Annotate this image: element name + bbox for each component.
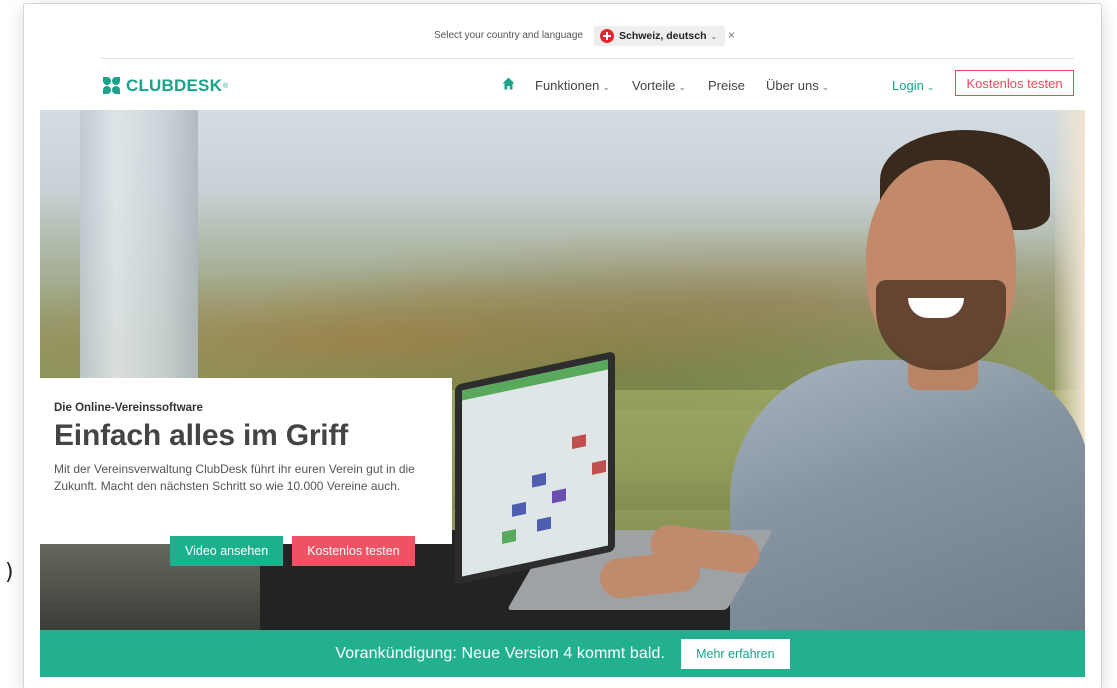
- browser-page: Select your country and language Schweiz…: [24, 4, 1101, 688]
- hero-card: Die Online-Vereinssoftware Einfach alles…: [40, 378, 452, 544]
- hero-buttons: Video ansehen Kostenlos testen: [170, 536, 415, 566]
- nav-item-vorteile[interactable]: Vorteile ⌄: [632, 78, 686, 93]
- chevron-down-icon: ⌄: [678, 82, 686, 92]
- announcement-banner: Vorankündigung: Neue Version 4 kommt bal…: [40, 630, 1085, 677]
- login-label: Login: [892, 78, 924, 93]
- logo-wordmark: CLUBDESK: [126, 76, 223, 95]
- country-language-select[interactable]: Schweiz, deutsch ⌄: [594, 26, 726, 46]
- learn-more-button[interactable]: Mehr erfahren: [681, 638, 790, 669]
- close-icon[interactable]: ×: [728, 28, 735, 42]
- hero-description: Mit der Vereinsverwaltung ClubDesk führt…: [54, 462, 415, 493]
- clover-logo-icon: [102, 77, 122, 95]
- hero-section: Die Online-Vereinssoftware Einfach alles…: [40, 110, 1085, 630]
- home-icon[interactable]: [502, 77, 515, 90]
- registered-mark: ®: [223, 82, 229, 90]
- watch-video-button[interactable]: Video ansehen: [170, 536, 284, 566]
- main-navigation: CLUBDESK ® Funktionen ⌄ Vorteile ⌄ Preise …: [24, 60, 1101, 110]
- nav-item-ueber-uns[interactable]: Über uns ⌄: [766, 78, 829, 93]
- nav-item-preise[interactable]: Preise: [708, 78, 745, 93]
- laptop-tile: [502, 529, 516, 545]
- chevron-down-icon: ⌄: [821, 82, 830, 92]
- clubdesk-logo[interactable]: CLUBDESK ®: [102, 76, 228, 96]
- chevron-down-icon: ⌄: [926, 82, 935, 92]
- laptop-screen: [455, 350, 615, 586]
- laptop-tile: [537, 516, 551, 532]
- free-trial-button[interactable]: Kostenlos testen: [955, 70, 1074, 96]
- nav-item-label: Preise: [708, 78, 745, 93]
- announcement-text: Vorankündigung: Neue Version 4 kommt bal…: [335, 644, 666, 662]
- language-bar-label: Select your country and language: [434, 30, 583, 41]
- laptop-tile: [532, 472, 546, 488]
- hero-eyebrow: Die Online-Vereinssoftware: [54, 402, 203, 414]
- chevron-down-icon: ⌄: [602, 82, 610, 92]
- hero-free-trial-button[interactable]: Kostenlos testen: [292, 536, 415, 566]
- language-bar: Select your country and language Schweiz…: [24, 4, 1101, 60]
- hero-title: Einfach alles im Griff: [54, 419, 349, 452]
- nav-item-label: Vorteile: [632, 78, 676, 93]
- nav-item-label: Über uns: [766, 78, 819, 93]
- nav-item-label: Funktionen: [535, 78, 600, 93]
- swiss-flag-icon: [600, 29, 614, 43]
- laptop-tile: [512, 501, 526, 517]
- chevron-down-icon: ⌄: [710, 31, 718, 41]
- laptop-tile: [592, 459, 606, 475]
- laptop-display: [462, 359, 608, 577]
- person-shirt: [730, 360, 1085, 630]
- login-menu[interactable]: Login ⌄: [892, 78, 934, 93]
- laptop-tile: [552, 488, 566, 504]
- divider: [100, 58, 1074, 59]
- window-pillar: [80, 110, 198, 410]
- nav-item-funktionen[interactable]: Funktionen ⌄: [535, 78, 610, 93]
- laptop-tile: [572, 434, 586, 450]
- edge-glyph: ): [5, 560, 14, 585]
- country-language-value: Schweiz, deutsch: [619, 30, 707, 42]
